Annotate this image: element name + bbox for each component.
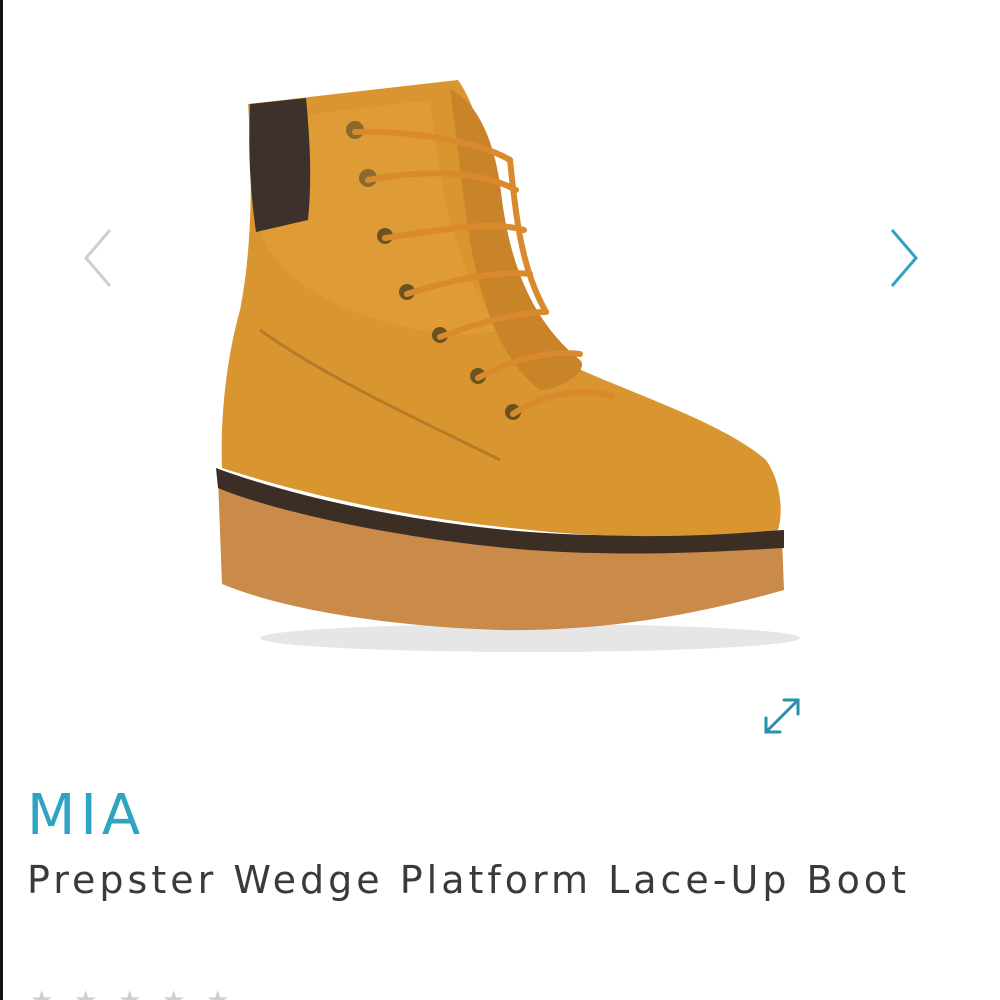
product-image bbox=[200, 60, 820, 670]
expand-icon bbox=[764, 698, 800, 734]
star-icon: ★ bbox=[30, 988, 56, 1000]
previous-image-button[interactable] bbox=[80, 220, 120, 300]
rating-stars[interactable]: ★ ★ ★ ★ ★ bbox=[30, 988, 232, 1000]
star-icon: ★ bbox=[74, 988, 100, 1000]
product-brand[interactable]: MIA bbox=[27, 785, 145, 847]
star-icon: ★ bbox=[162, 988, 188, 1000]
product-image-gallery bbox=[0, 0, 1000, 760]
boot-image bbox=[216, 80, 800, 652]
chevron-left-icon bbox=[84, 229, 112, 287]
chevron-right-icon bbox=[890, 229, 918, 287]
expand-image-button[interactable] bbox=[758, 692, 806, 740]
star-icon: ★ bbox=[206, 988, 232, 1000]
next-image-button[interactable] bbox=[882, 220, 922, 300]
star-icon: ★ bbox=[118, 988, 144, 1000]
product-title: Prepster Wedge Platform Lace-Up Boot bbox=[27, 858, 910, 902]
